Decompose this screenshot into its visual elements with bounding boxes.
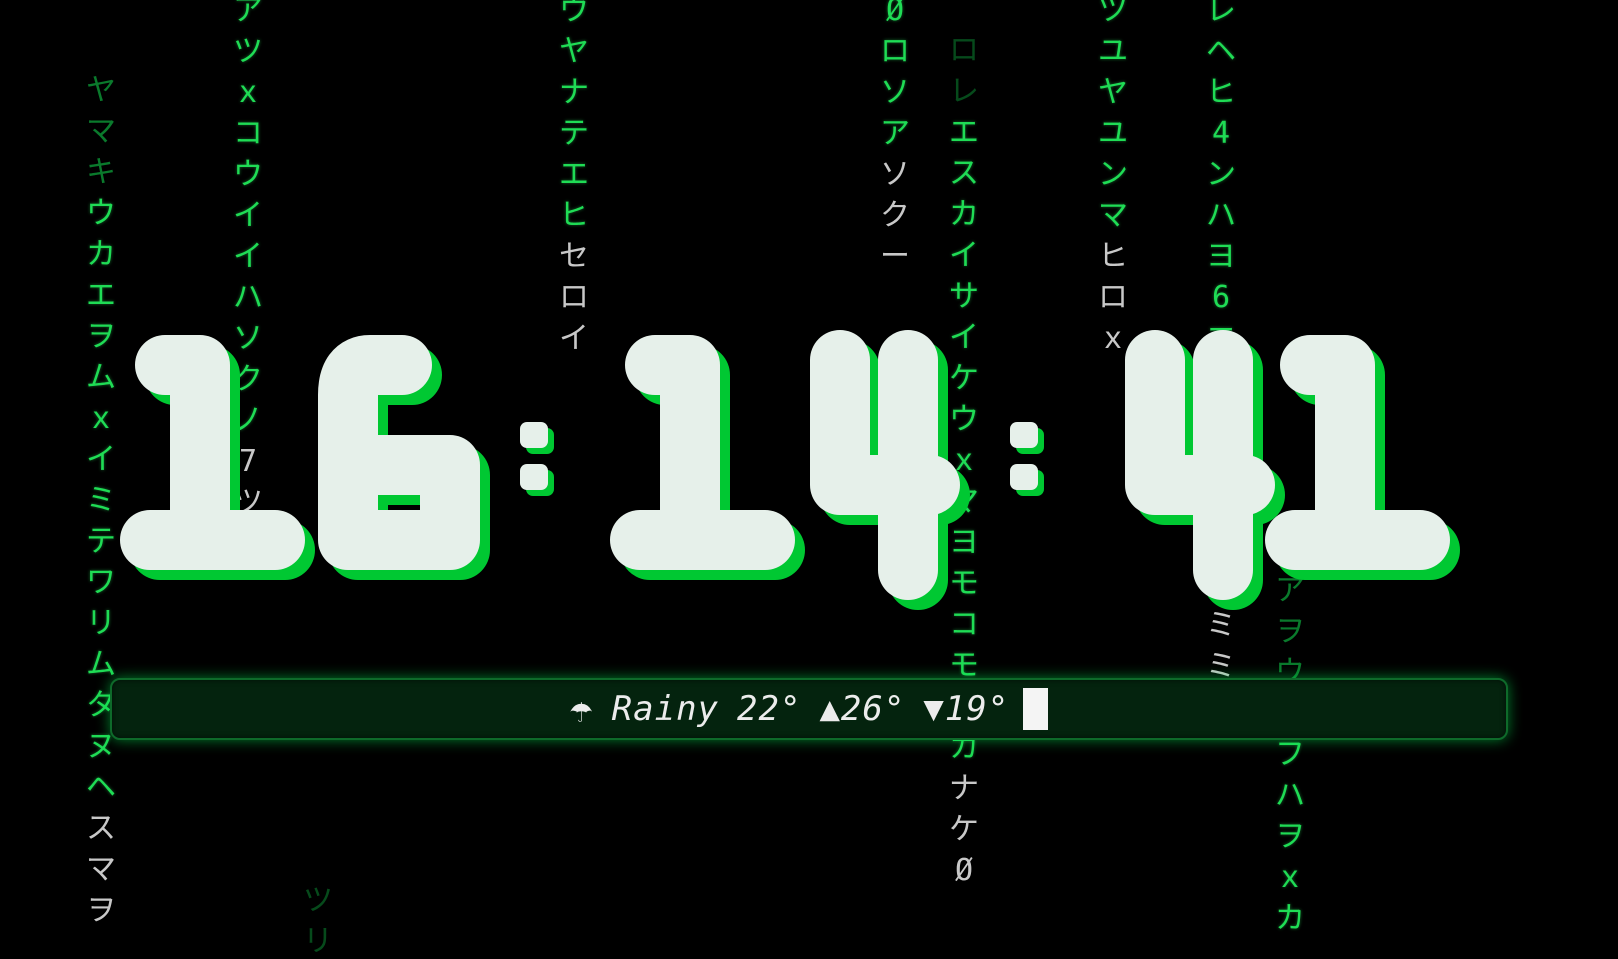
rain-glyph: マ bbox=[1098, 198, 1128, 233]
rain-glyph: ヨ bbox=[1206, 239, 1236, 274]
rain-glyph: ン bbox=[1206, 157, 1236, 192]
rain-glyph: ロ bbox=[1098, 280, 1128, 315]
rain-glyph: マ bbox=[86, 852, 116, 887]
rain-glyph: イ bbox=[949, 238, 979, 273]
rain-glyph: Ø bbox=[885, 0, 905, 28]
rain-glyph: ユ bbox=[1098, 34, 1128, 69]
weather-high: ▲26° bbox=[819, 689, 906, 729]
rain-glyph: テ bbox=[559, 116, 589, 151]
rain-glyph: ハ bbox=[233, 280, 263, 315]
rain-glyph: イ bbox=[233, 239, 263, 274]
rain-glyph: ヤ bbox=[559, 34, 589, 69]
rain-glyph: ア bbox=[233, 0, 263, 28]
rain-glyph: コ bbox=[233, 116, 263, 151]
rain-glyph: ロ bbox=[559, 280, 589, 315]
rain-glyph: セ bbox=[559, 239, 589, 274]
rain-glyph: サ bbox=[949, 279, 979, 314]
rain-glyph: ヲ bbox=[86, 893, 116, 928]
rain-glyph: ナ bbox=[559, 75, 589, 110]
rain-glyph: カ bbox=[949, 197, 979, 232]
clock-digit bbox=[810, 330, 960, 600]
clock-digit bbox=[1265, 335, 1450, 570]
rain-glyph: ｘ bbox=[1275, 860, 1305, 895]
rain-glyph: ヤ bbox=[1098, 75, 1128, 110]
rain-column: ウヤナテエヒセロイ bbox=[556, 0, 592, 359]
rain-glyph: ユ bbox=[1098, 116, 1128, 151]
clock-display: 16 : 14 41 bbox=[100, 325, 1520, 610]
rain-glyph: レ bbox=[1206, 0, 1236, 28]
rain-glyph: レ bbox=[949, 74, 979, 109]
rain-glyph: キ bbox=[86, 155, 116, 190]
clock-digit bbox=[120, 335, 305, 570]
rain-glyph: ハ bbox=[1206, 198, 1236, 233]
clock-colon-dot bbox=[1010, 422, 1038, 448]
rain-glyph: ク bbox=[880, 198, 910, 233]
rain-column: アヲウケフハヲｘカ bbox=[1272, 570, 1308, 939]
rain-glyph: リ bbox=[86, 606, 116, 641]
clock-colon-dot bbox=[520, 422, 548, 448]
rain-glyph: エ bbox=[949, 115, 979, 150]
rain-glyph: エ bbox=[559, 157, 589, 192]
rain-glyph: ス bbox=[949, 156, 979, 191]
rain-glyph: ｘ bbox=[233, 75, 263, 110]
rain-column: Øロソアソクー bbox=[877, 0, 913, 277]
rain-glyph: ヤ bbox=[86, 73, 116, 108]
rain-glyph: ウ bbox=[559, 0, 589, 28]
rain-glyph: ヒ bbox=[1206, 75, 1236, 110]
clock-digit bbox=[610, 335, 795, 570]
rain-glyph: イ bbox=[233, 198, 263, 233]
rain-glyph: ナ bbox=[949, 771, 979, 806]
clock-colon-dot bbox=[1010, 464, 1038, 490]
rain-glyph: ツ bbox=[303, 883, 333, 918]
rain-glyph: Ø bbox=[954, 853, 974, 888]
rain-glyph: 4 bbox=[1211, 116, 1231, 151]
rain-glyph: ソ bbox=[880, 157, 910, 192]
rain-glyph: ツ bbox=[233, 34, 263, 69]
rain-glyph: ヒ bbox=[559, 198, 589, 233]
clock-digits bbox=[120, 330, 1460, 610]
rain-glyph: ロ bbox=[880, 34, 910, 69]
rain-column: ツユヤユンマヒロｘ bbox=[1095, 0, 1131, 359]
rain-glyph: ム bbox=[86, 647, 116, 682]
rain-glyph: フ bbox=[1275, 737, 1305, 772]
rain-glyph: 6 bbox=[1211, 280, 1231, 315]
weather-bar: ☂ Rainy 22° ▲26° ▼19° bbox=[110, 678, 1508, 740]
rain-column: ツリ bbox=[300, 880, 336, 959]
rain-glyph: ア bbox=[880, 116, 910, 151]
rain-glyph: ヲ bbox=[1275, 819, 1305, 854]
umbrella-icon: ☂ bbox=[569, 687, 594, 731]
rain-glyph: ヒ bbox=[1098, 239, 1128, 274]
rain-glyph: ロ bbox=[949, 33, 979, 68]
rain-glyph: ヲ bbox=[1275, 614, 1305, 649]
rain-glyph: ケ bbox=[949, 812, 979, 847]
rain-glyph: カ bbox=[1275, 901, 1305, 936]
rain-glyph: ヘ bbox=[86, 770, 116, 805]
rain-glyph: ウ bbox=[233, 157, 263, 192]
rain-glyph: カ bbox=[86, 237, 116, 272]
rain-glyph: マ bbox=[86, 114, 116, 149]
rain-glyph: ス bbox=[86, 811, 116, 846]
rain-glyph: ハ bbox=[1275, 778, 1305, 813]
rain-glyph: エ bbox=[86, 278, 116, 313]
rain-glyph: リ bbox=[303, 924, 333, 959]
rain-glyph: ン bbox=[1098, 157, 1128, 192]
rain-glyph: コ bbox=[949, 607, 979, 642]
weather-low: ▼19° bbox=[923, 689, 1010, 729]
weather-condition: Rainy bbox=[611, 689, 720, 729]
rain-glyph: ミ bbox=[1206, 608, 1236, 643]
weather-temperature: 22° bbox=[737, 689, 802, 729]
rain-glyph: ー bbox=[880, 239, 910, 274]
rain-glyph: ウ bbox=[86, 196, 116, 231]
rain-glyph: ヘ bbox=[1206, 34, 1236, 69]
matrix-clock-screen: ヤマキウカエヲムｘイミテワリムタヌヘスマヲアツｘコウイイハソクノ7ツウツリウヤナ… bbox=[0, 0, 1618, 959]
text-cursor bbox=[1023, 688, 1049, 730]
rain-glyph: ツ bbox=[1098, 0, 1128, 28]
rain-glyph: ソ bbox=[880, 75, 910, 110]
clock-colon-dot bbox=[520, 464, 548, 490]
clock-digit bbox=[1125, 330, 1275, 600]
